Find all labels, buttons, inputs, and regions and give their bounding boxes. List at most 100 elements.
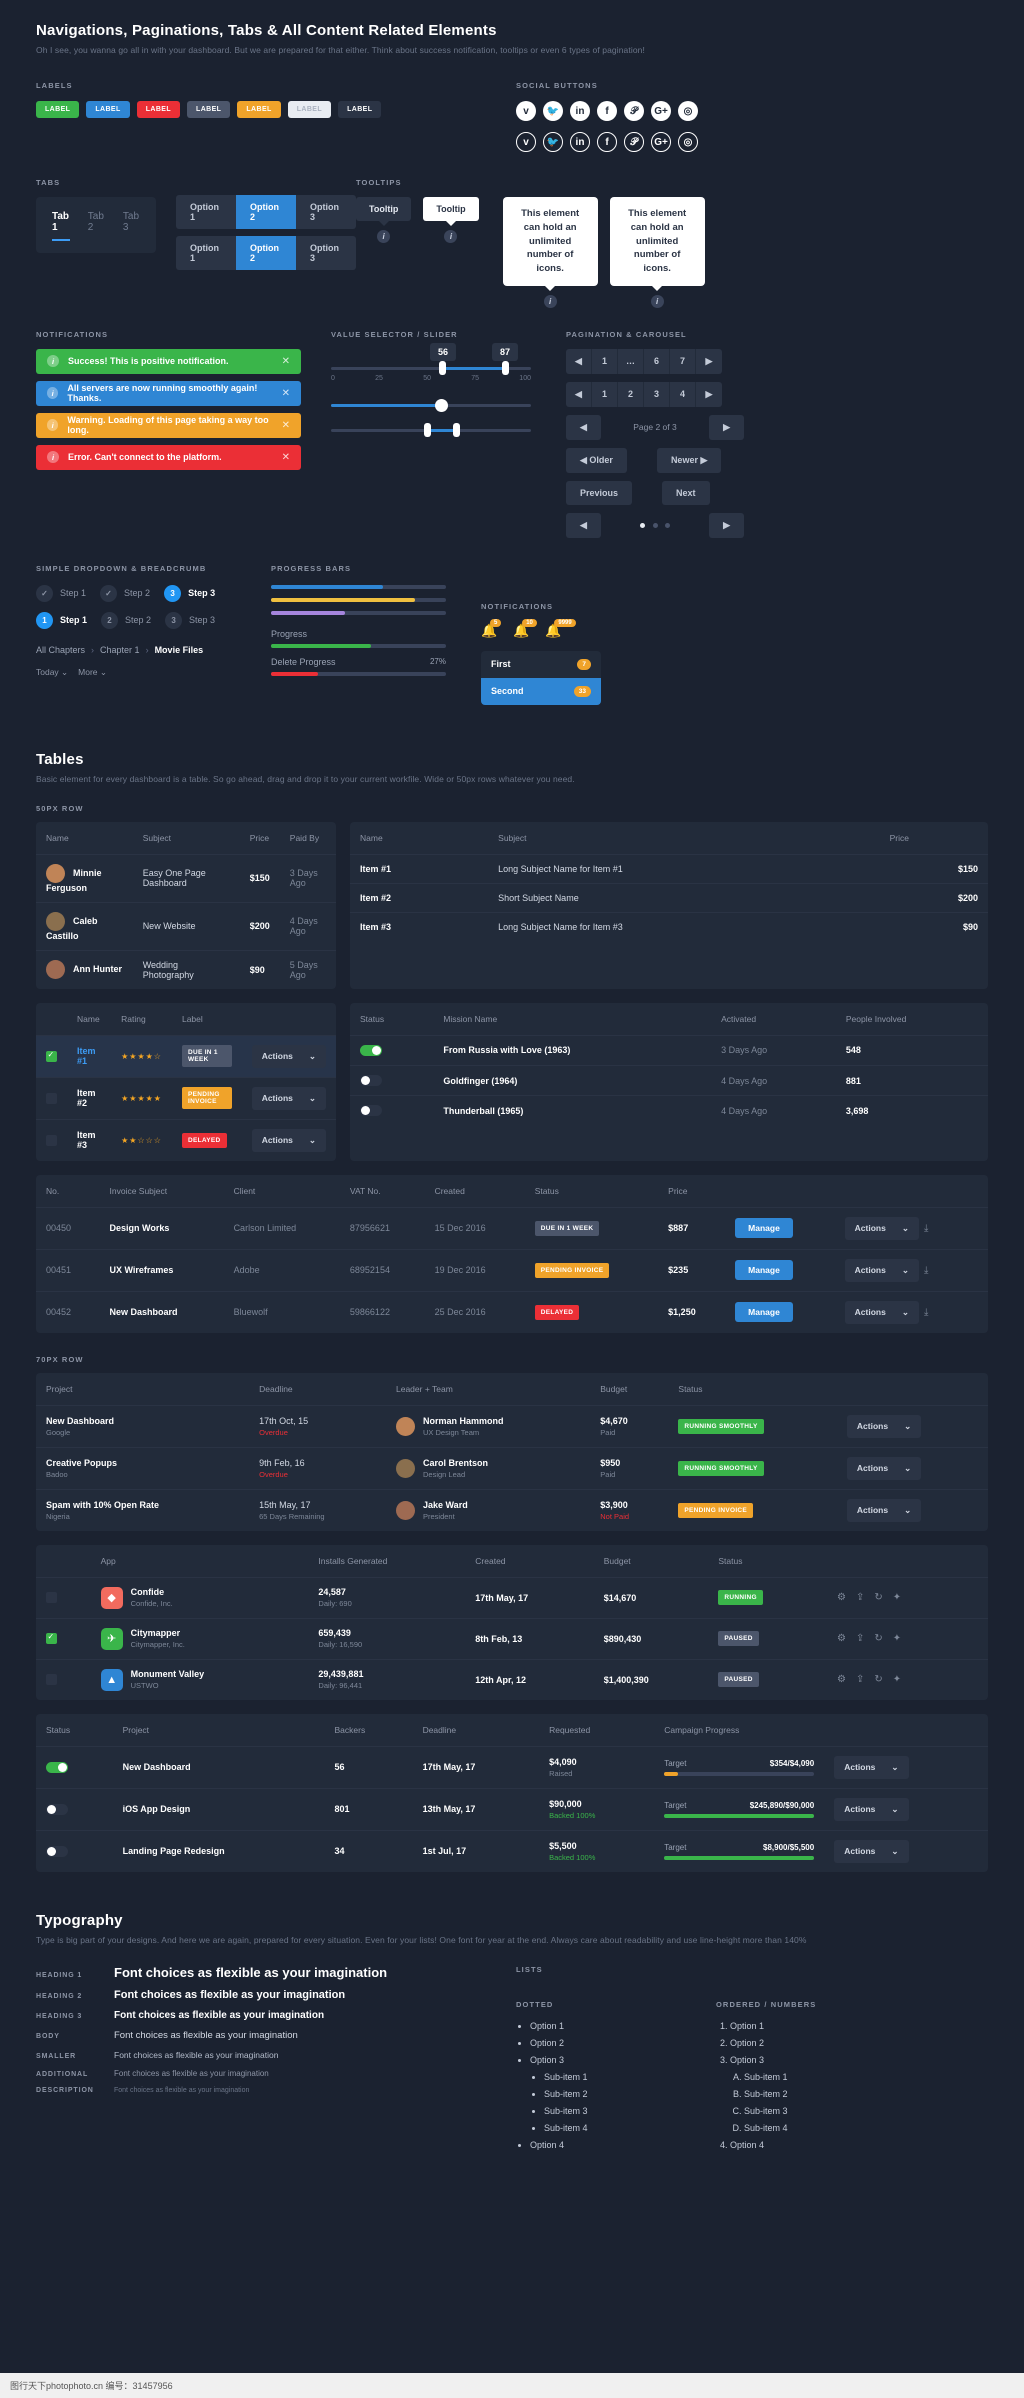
status-toggle[interactable] (46, 1845, 68, 1857)
step-1[interactable]: ✓ Step 1 (36, 584, 86, 602)
info-icon[interactable]: i (377, 230, 391, 243)
breadcrumb-item-2[interactable]: Chapter 1 (100, 645, 140, 655)
download-icon[interactable]: ⤓ (924, 1265, 928, 1276)
gear-icon[interactable]: ⚙ (837, 1633, 846, 1644)
tab-3[interactable]: Tab 3 (123, 211, 140, 239)
newer-button[interactable]: Newer ▶ (656, 447, 722, 473)
cell-manage[interactable]: Manage (725, 1206, 835, 1250)
option-group-2[interactable]: Option 1 Option 2 Option 3 (176, 236, 356, 270)
linkedin-icon[interactable]: in (570, 101, 590, 121)
tab-1[interactable]: Tab 1 (52, 211, 70, 241)
pin-icon[interactable]: ✦ (893, 1592, 901, 1603)
notification-2[interactable]: i All servers are now running smoothly ag… (36, 380, 301, 406)
actions-dropdown[interactable]: Actions ⌄ (834, 1839, 909, 1863)
status-toggle[interactable] (360, 1075, 382, 1087)
step-2[interactable]: 2 Step 2 (101, 611, 151, 629)
cell-checkbox[interactable] (36, 1076, 67, 1120)
checkbox[interactable] (46, 1050, 57, 1062)
checkbox[interactable] (46, 1134, 57, 1146)
actions-dropdown[interactable]: Actions ⌄ (251, 1128, 326, 1152)
page-btn-1[interactable]: 1 (592, 381, 618, 407)
actions-dropdown[interactable]: Actions ⌄ (846, 1456, 922, 1480)
checkbox[interactable] (46, 1632, 57, 1645)
status-toggle[interactable] (46, 1803, 68, 1815)
actions-dropdown[interactable]: Actions ⌄ (846, 1414, 922, 1438)
actions-dropdown[interactable]: Actions ⌄ (844, 1300, 919, 1324)
page-btn-3[interactable]: 3 (644, 381, 670, 407)
download-icon[interactable]: ⤓ (924, 1223, 928, 1234)
page-btn-◀[interactable]: ◀ (566, 381, 592, 407)
dropdown-more[interactable]: More ⌄ (78, 667, 107, 678)
option-2[interactable]: Option 2 (236, 236, 296, 270)
label-chip[interactable]: LABEL (338, 101, 382, 118)
cell-actions[interactable]: Actions ⌄ (836, 1404, 988, 1448)
actions-dropdown[interactable]: Actions ⌄ (251, 1086, 326, 1110)
cell-status[interactable] (350, 1064, 434, 1096)
range2-track[interactable] (331, 423, 531, 438)
cell-manage[interactable]: Manage (725, 1248, 835, 1292)
cell-checkbox[interactable] (36, 1658, 91, 1700)
close-icon[interactable]: ✕ (282, 452, 290, 463)
share-icon[interactable]: ⇪ (856, 1674, 864, 1685)
download-icon[interactable]: ⤓ (924, 1307, 928, 1318)
actions-dropdown[interactable]: Actions ⌄ (834, 1797, 909, 1821)
tab-2[interactable]: Tab 2 (88, 211, 105, 239)
older-button[interactable]: ◀ Older (566, 447, 627, 473)
linkedin-icon-outline[interactable]: in (570, 132, 590, 152)
actions-dropdown[interactable]: Actions ⌄ (834, 1755, 909, 1779)
pin-icon[interactable]: ✦ (893, 1674, 901, 1685)
carousel-dot[interactable] (652, 523, 658, 529)
cell-status[interactable] (350, 1095, 434, 1126)
page-btn-…[interactable]: … (618, 348, 644, 374)
social-buttons-filled[interactable]: v 🐦 in f 𝒫 G+ ◎ (516, 101, 988, 121)
page-btn-1[interactable]: 1 (592, 348, 618, 374)
share-icon[interactable]: ⇪ (856, 1633, 864, 1644)
single-knob[interactable] (435, 398, 448, 412)
cell-actions[interactable]: Actions ⌄ (824, 1787, 988, 1831)
vimeo-icon[interactable]: v (516, 101, 536, 121)
facebook-icon[interactable]: f (597, 101, 617, 121)
page-btn-◀[interactable]: ◀ (566, 348, 592, 374)
cell-actions[interactable]: Actions ⌄ (241, 1076, 336, 1120)
close-icon[interactable]: ✕ (282, 420, 290, 431)
checkbox[interactable] (46, 1092, 57, 1104)
checkbox[interactable] (46, 1592, 57, 1604)
range-slider[interactable]: 56 87 0 25 50 75 100 (331, 342, 531, 382)
vimeo-icon-outline[interactable]: v (516, 132, 536, 152)
refresh-icon[interactable]: ↻ (874, 1674, 882, 1685)
tooltip-big-1[interactable]: This element can hold an unlimited numbe… (502, 197, 598, 308)
share-icon[interactable]: ⇪ (856, 1592, 864, 1603)
close-icon[interactable]: ✕ (282, 388, 290, 399)
cell-actions[interactable]: Actions ⌄ ⤓ (834, 1290, 988, 1333)
cell-status[interactable] (36, 1829, 113, 1872)
page-prev-button[interactable]: ◀ (566, 414, 601, 440)
cell-actions[interactable]: Actions ⌄ ⤓ (834, 1206, 988, 1250)
option-group-1[interactable]: Option 1 Option 2 Option 3 (176, 195, 356, 229)
notification-item-1[interactable]: First 7 (481, 651, 601, 678)
option-groups[interactable]: Option 1 Option 2 Option 3 Option 1 Option 2… (176, 195, 356, 270)
cell-checkbox[interactable] (36, 1118, 67, 1161)
manage-button[interactable]: Manage (735, 1218, 793, 1239)
pagination-row-1[interactable]: ◀ 1… 6 7 ▶ (566, 348, 722, 374)
pin-icon[interactable]: ✦ (893, 1633, 901, 1644)
label-chip[interactable]: LABEL (187, 101, 231, 118)
range-track[interactable] (331, 361, 531, 376)
range2-knob-low[interactable] (424, 423, 431, 438)
breadcrumb[interactable]: All Chapters › Chapter 1 › Movie Files (36, 645, 241, 655)
instagram-icon-outline[interactable]: ◎ (678, 132, 698, 152)
step-2[interactable]: ✓ Step 2 (100, 584, 150, 602)
pagination-row-2[interactable]: ◀ 1 2 3 4 ▶ (566, 381, 722, 407)
info-icon[interactable]: i (444, 230, 458, 243)
info-icon[interactable]: i (543, 294, 557, 308)
manage-button[interactable]: Manage (735, 1260, 793, 1281)
tooltip-light[interactable]: Tooltip i (423, 197, 479, 243)
close-icon[interactable]: ✕ (282, 356, 290, 367)
cell-actions[interactable]: Actions ⌄ (824, 1745, 988, 1789)
bell-badge-2[interactable]: 🔔 10 (513, 618, 537, 639)
option-1[interactable]: Option 1 (176, 195, 236, 229)
label-chip[interactable]: LABEL (287, 101, 332, 118)
single-slider[interactable] (331, 398, 531, 412)
cell-checkbox[interactable] (36, 1576, 91, 1619)
notification-3[interactable]: i Warning. Loading of this page taking a … (36, 412, 301, 438)
actions-dropdown[interactable]: Actions ⌄ (844, 1258, 919, 1282)
